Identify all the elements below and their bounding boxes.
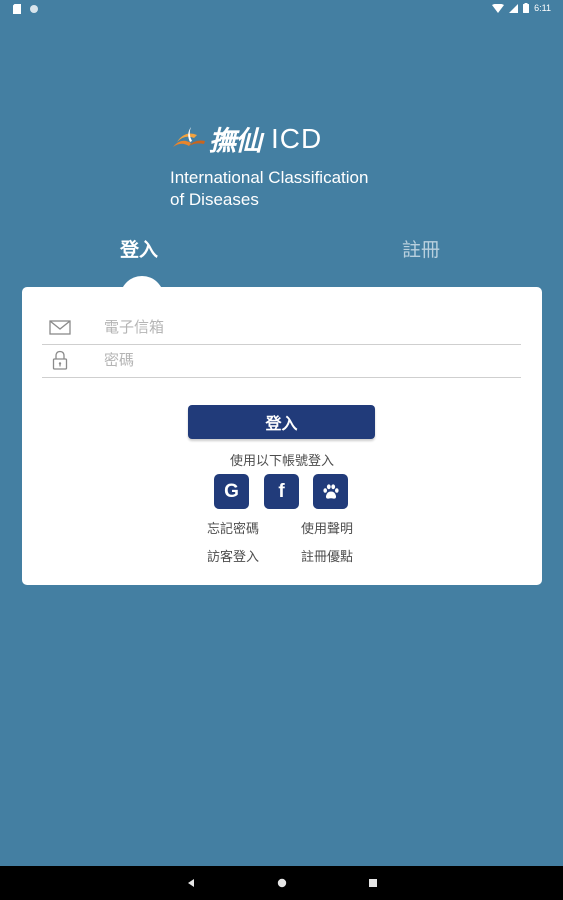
logo-title: ICD <box>271 122 323 154</box>
terms-link[interactable]: 使用聲明 <box>301 518 353 537</box>
email-field <box>42 311 521 345</box>
guest-login-link[interactable]: 訪客登入 <box>207 546 259 565</box>
login-card: 登入 使用以下帳號登入 G f 忘記密碼 使用聲明 訪客登入 註冊優點 <box>22 287 542 585</box>
email-input[interactable] <box>104 315 504 339</box>
tab-login[interactable]: 登入 <box>120 235 158 262</box>
tab-register[interactable]: 註冊 <box>402 235 440 262</box>
mail-icon <box>49 320 71 335</box>
brand-name: 撫仙 <box>209 126 262 157</box>
password-field <box>42 344 521 378</box>
recent-apps-icon[interactable] <box>366 874 380 892</box>
google-icon: G <box>224 480 239 502</box>
lock-icon <box>52 350 68 370</box>
logo-subtitle-line-2: of Diseases <box>170 190 259 209</box>
wifi-icon <box>492 3 505 13</box>
facebook-icon: f <box>278 480 285 502</box>
book-logo-icon <box>173 126 205 147</box>
google-login-button[interactable]: G <box>214 474 249 509</box>
alt-login-text: 使用以下帳號登入 <box>229 454 334 469</box>
back-icon[interactable] <box>184 874 198 892</box>
baidu-login-button[interactable] <box>313 474 348 509</box>
login-button[interactable]: 登入 <box>188 405 375 439</box>
register-benefits-link[interactable]: 註冊優點 <box>301 546 353 565</box>
logo-subtitle: International Classification of Diseases <box>170 167 368 211</box>
sim-card-icon <box>13 4 21 14</box>
navigation-bar <box>0 866 563 900</box>
sync-icon <box>30 5 38 13</box>
app-logo: 撫仙 ICD International Classification of D… <box>170 119 368 211</box>
home-icon[interactable] <box>275 874 289 892</box>
status-clock: 6:11 <box>534 3 551 13</box>
password-input[interactable] <box>104 348 504 372</box>
battery-icon <box>523 3 530 13</box>
forgot-password-link[interactable]: 忘記密碼 <box>207 518 259 537</box>
status-bar: 6:11 <box>0 0 563 18</box>
paw-icon <box>322 483 339 499</box>
signal-icon <box>509 3 519 13</box>
facebook-login-button[interactable]: f <box>264 474 299 509</box>
logo-subtitle-line-1: International Classification <box>170 168 369 187</box>
